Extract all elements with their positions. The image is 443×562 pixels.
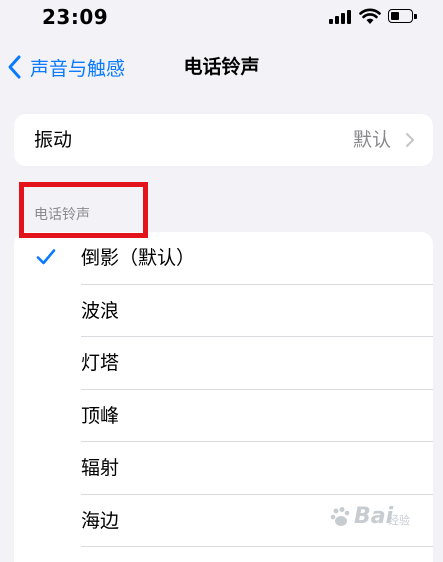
- status-bar: 23:09: [0, 0, 443, 36]
- list-item-label: 灯塔: [81, 352, 120, 374]
- list-item-label: 辐射: [81, 457, 120, 479]
- chevron-left-icon: [8, 55, 21, 79]
- list-item[interactable]: 辐射: [14, 442, 433, 495]
- signal-icon: [329, 10, 353, 24]
- chevron-right-icon: [406, 133, 414, 147]
- watermark-logo: Bai 经验: [330, 500, 440, 540]
- paw-icon: [330, 507, 350, 526]
- vibration-row[interactable]: 振动 默认: [14, 114, 433, 166]
- list-item[interactable]: 倒影（默认）: [14, 232, 433, 285]
- list-item-label: 顶峰: [81, 404, 120, 427]
- status-time: 23:09: [42, 5, 109, 29]
- list-item-label: 海边: [81, 509, 120, 532]
- wifi-icon: [359, 8, 381, 24]
- checkmark-icon: [36, 249, 56, 265]
- vibration-value: 默认: [352, 129, 391, 151]
- divider: [81, 546, 433, 547]
- back-button[interactable]: 声音与触感: [6, 44, 125, 90]
- vibration-label: 振动: [34, 129, 73, 151]
- vibration-card: 振动 默认: [14, 114, 433, 166]
- list-item[interactable]: 顶峰: [14, 390, 433, 442]
- list-item-label: 倒影（默认）: [81, 247, 196, 269]
- watermark-sub: 经验: [388, 514, 410, 527]
- battery-icon: [388, 9, 418, 24]
- list-item-label: 波浪: [81, 299, 120, 322]
- annotation-highlight-box: [19, 182, 148, 238]
- nav-bar: 电话铃声 声音与触感: [0, 44, 443, 90]
- back-button-label: 声音与触感: [30, 57, 126, 80]
- list-item[interactable]: 灯塔: [14, 337, 433, 390]
- list-item[interactable]: 波浪: [14, 285, 433, 337]
